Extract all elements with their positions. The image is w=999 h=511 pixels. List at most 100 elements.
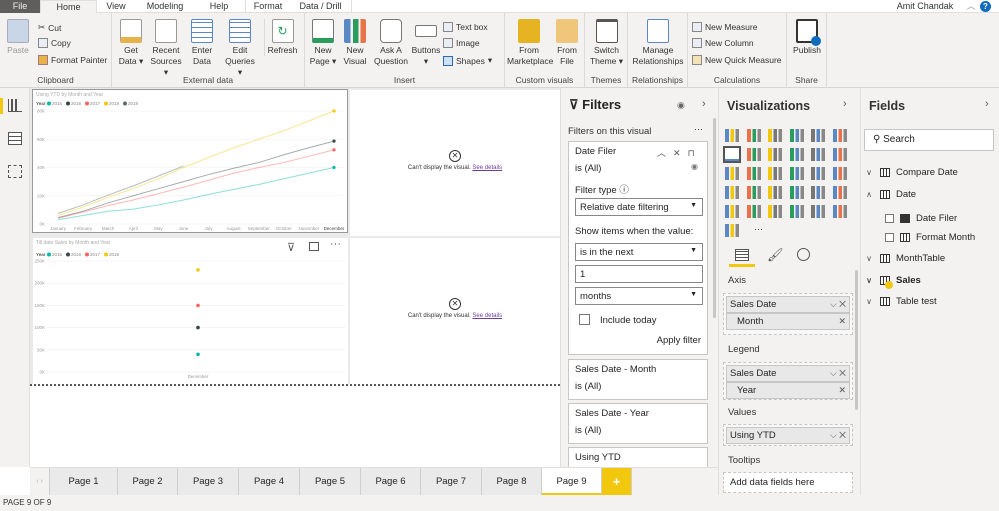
axis-well[interactable]: Sales Date ⌵ ✕ Month ✕ [723,293,853,335]
tab-modeling[interactable]: Modeling [135,0,195,13]
publish-button[interactable]: Publish [790,19,824,56]
table-icon[interactable] [768,205,782,218]
python-visual-icon[interactable] [746,205,761,218]
line-stacked-column-icon[interactable] [811,148,825,161]
field-date-filer[interactable]: Date Filer [885,213,957,224]
add-page-button[interactable]: + [602,468,632,495]
report-view-icon[interactable] [8,99,22,112]
tab-file[interactable]: File [0,0,40,13]
format-paint-roller-icon[interactable]: 🖌 [767,247,784,263]
amount-input[interactable]: 1 [575,265,703,283]
edit-queries-button[interactable]: Edit Queries ▾ [222,19,258,78]
see-details-link[interactable]: See details [472,165,502,171]
include-today-checkbox[interactable] [579,314,590,325]
new-column-button[interactable]: New Column [692,38,754,48]
copy-button[interactable]: Copy [38,38,71,48]
r-visual-icon[interactable] [811,205,825,218]
field-checkbox[interactable] [885,233,894,242]
collapse-ribbon-icon[interactable]: ︿ [965,0,977,13]
table-date[interactable]: ∧ Date [864,189,916,200]
user-name[interactable]: Amit Chandak [890,0,960,13]
refresh-button[interactable]: ↻ Refresh [264,19,300,56]
switch-theme-button[interactable]: Switch Theme ▾ [588,19,625,67]
field-controls[interactable]: ⌵ ✕ [830,299,846,310]
100-stacked-bar-icon[interactable] [811,129,825,142]
line-chart-icon[interactable] [723,146,741,163]
card-icon[interactable] [789,186,804,199]
new-visual-button[interactable]: New Visual [341,19,369,67]
new-page-button[interactable]: New Page ▾ [309,19,337,67]
matrix-icon[interactable] [789,205,804,218]
page-tab[interactable]: Page 1 [50,468,118,495]
filters-scrollbar[interactable] [713,118,716,318]
data-view-icon[interactable] [8,132,22,145]
clear-icon[interactable]: ✕ [673,148,688,158]
condition-dropdown[interactable]: is in the next ▼ [575,243,703,261]
clustered-bar-icon[interactable] [768,129,782,142]
filter-card[interactable]: Using YTD [568,447,708,467]
tooltips-well[interactable]: Add data fields here [723,472,853,493]
field-format-month[interactable]: Format Month [885,232,975,243]
filter-card[interactable]: Sales Date - Month is (All) [568,359,708,400]
map-icon[interactable] [832,167,847,180]
arcgis-map-icon[interactable] [725,224,739,237]
pie-icon[interactable] [768,167,782,180]
eye-icon[interactable]: ◉ [677,100,685,111]
more-visuals-icon[interactable]: ··· [754,224,763,234]
filter-card-controls[interactable]: ︿✕⊓ [657,146,702,159]
tab-view[interactable]: View [97,0,135,13]
stacked-column-icon[interactable] [746,129,761,142]
tab-data-drill[interactable]: Data / Drill [290,0,352,13]
slicer-icon[interactable] [725,205,739,218]
paste-button[interactable]: Paste [4,19,32,56]
filled-map-icon[interactable] [725,186,739,199]
collapse-filters-icon[interactable]: › [702,98,706,110]
multi-row-card-icon[interactable] [811,186,825,199]
image-button[interactable]: Image [443,38,480,48]
kpi-icon[interactable] [832,186,847,199]
page-tab[interactable]: Page 8 [482,468,542,495]
more-options-icon[interactable]: ··· [694,124,703,134]
from-file-button[interactable]: From File [553,19,581,67]
remove-icon[interactable]: ✕ [838,316,846,327]
unit-dropdown[interactable]: months ▼ [575,287,703,305]
ribbon-chart-icon[interactable] [832,148,847,161]
100-stacked-column-icon[interactable] [832,129,847,142]
collapse-visualizations-icon[interactable]: › [843,98,847,110]
get-data-button[interactable]: Get Data ▾ [116,19,146,67]
model-view-icon[interactable] [8,165,22,178]
treemap-icon[interactable] [811,167,825,180]
collapse-icon[interactable]: ︿ [657,148,673,158]
tab-help[interactable]: Help [195,0,243,13]
text-box-button[interactable]: Text box [443,22,488,32]
field-checkbox[interactable] [885,214,894,223]
format-painter-button[interactable]: Format Painter [38,55,107,65]
new-measure-button[interactable]: New Measure [692,22,757,32]
collapse-fields-icon[interactable]: › [985,98,989,110]
legend-well[interactable]: Sales Date ⌵ ✕ Year ✕ [723,362,853,400]
scatter-icon[interactable] [746,167,761,180]
eye-icon[interactable]: ◉ [691,162,698,171]
help-icon[interactable]: ? [980,1,991,12]
from-marketplace-button[interactable]: From Marketplace [507,19,553,67]
key-influencers-icon[interactable] [832,205,847,218]
new-quick-measure-button[interactable]: New Quick Measure [692,55,782,65]
page-tab[interactable]: Page 3 [178,468,239,495]
table-compare-date[interactable]: ∨ Compare Date [864,167,958,178]
donut-icon[interactable] [789,167,804,180]
page-tab[interactable]: Page 9 [542,468,602,495]
enter-data-button[interactable]: Enter Data [188,19,216,67]
clustered-column-icon[interactable] [789,129,804,142]
recent-sources-button[interactable]: Recent Sources ▾ [148,19,184,78]
cut-button[interactable]: ✂ Cut [38,22,61,33]
filter-type-dropdown[interactable]: Relative date filtering ▼ [575,198,703,216]
page-tab[interactable]: Page 5 [300,468,361,495]
table-monthtable[interactable]: ∨ MonthTable [864,253,945,264]
stacked-area-icon[interactable] [768,148,782,161]
stacked-bar-icon[interactable] [725,129,739,142]
legend-subfield[interactable]: Year ✕ [726,382,850,399]
legend-field[interactable]: Sales Date ⌵ ✕ [726,365,850,382]
page-tab[interactable]: Page 7 [421,468,482,495]
gauge-icon[interactable] [768,186,782,199]
lock-icon[interactable]: ⊓ [688,148,702,158]
